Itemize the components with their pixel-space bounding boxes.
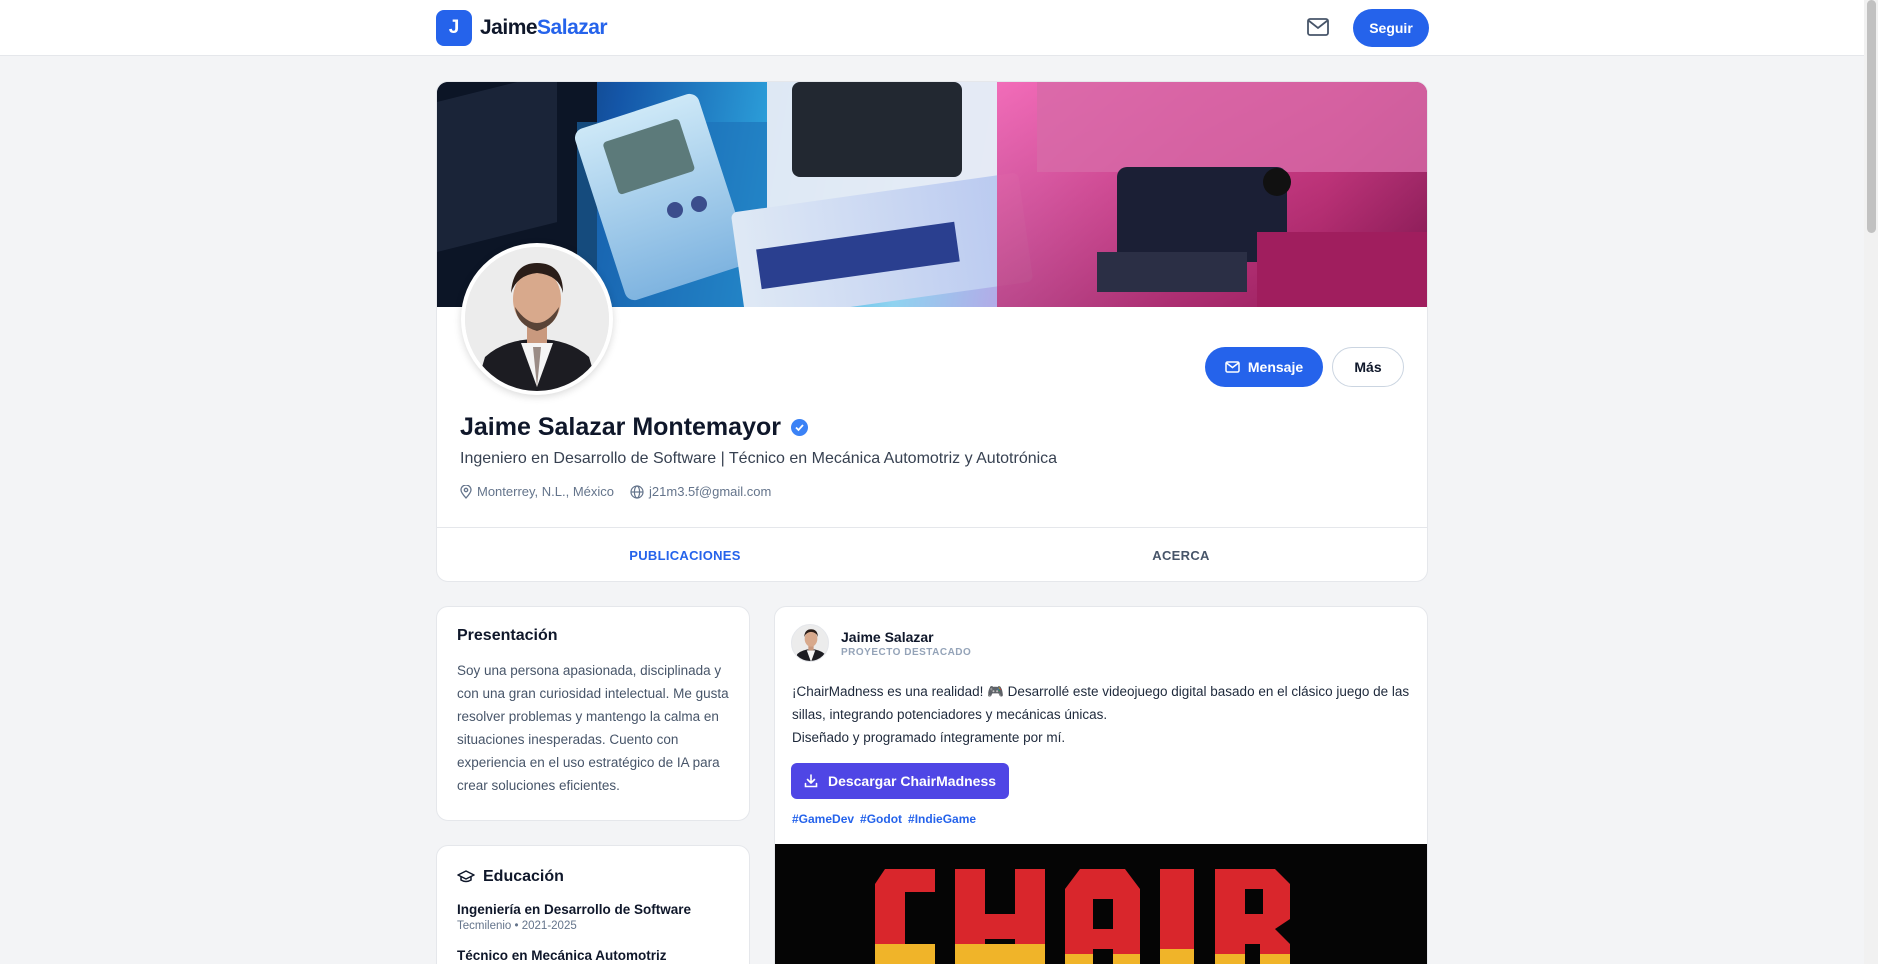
post-body: ¡ChairMadness es una realidad! 🎮 Desarro… xyxy=(792,680,1416,749)
profile-meta: Monterrey, N.L., México j21m3.5f@gmail.c… xyxy=(460,484,771,499)
post-author-block: Jaime Salazar PROYECTO DESTACADO xyxy=(841,629,971,658)
hashtag-godot[interactable]: #Godot xyxy=(860,812,902,826)
more-button[interactable]: Más xyxy=(1332,347,1404,387)
education-detail: Tecmilenio • 2021-2025 xyxy=(457,920,577,932)
map-pin-icon xyxy=(460,484,472,499)
post-header: Jaime Salazar PROYECTO DESTACADO xyxy=(791,624,971,662)
hashtag-gamedev[interactable]: #GameDev xyxy=(792,812,854,826)
graduation-cap-icon xyxy=(457,870,475,883)
logo-first-name: Jaime xyxy=(480,16,538,39)
email-text[interactable]: j21m3.5f@gmail.com xyxy=(649,484,771,499)
site-logo[interactable]: J JaimeSalazar xyxy=(436,10,608,46)
tab-publicaciones[interactable]: PUBLICACIONES xyxy=(437,528,933,581)
profile-tabs: PUBLICACIONES ACERCA xyxy=(437,527,1427,581)
location-item: Monterrey, N.L., México xyxy=(460,484,614,499)
post-text-line-2: Diseñado y programado íntegramente por m… xyxy=(792,730,1066,745)
education-title: Educación xyxy=(483,868,564,885)
verified-badge-icon xyxy=(790,419,808,436)
profile-name: Jaime Salazar Montemayor xyxy=(460,413,781,441)
avatar xyxy=(465,247,609,391)
tab-acerca[interactable]: ACERCA xyxy=(933,528,1427,581)
scrollbar-thumb[interactable] xyxy=(1867,0,1876,233)
post-tag: PROYECTO DESTACADO xyxy=(841,646,972,658)
top-navbar: J JaimeSalazar Seguir xyxy=(0,0,1864,56)
logo-text: JaimeSalazar xyxy=(480,16,608,40)
post-text-line-1: ¡ChairMadness es una realidad! 🎮 Desarro… xyxy=(792,684,1410,722)
avatar-portrait xyxy=(465,247,609,391)
mail-icon xyxy=(1225,361,1240,373)
hashtag-list: #GameDev #Godot #IndieGame xyxy=(792,812,976,826)
education-degree-2: Técnico en Mecánica Automotriz xyxy=(457,948,667,963)
post-avatar[interactable] xyxy=(791,624,829,662)
post-author[interactable]: Jaime Salazar xyxy=(841,629,971,645)
logo-badge: J xyxy=(436,10,472,46)
education-title-row: Educación xyxy=(457,868,729,886)
globe-icon xyxy=(630,484,644,499)
follow-button[interactable]: Seguir xyxy=(1353,9,1429,47)
post-image[interactable] xyxy=(775,844,1427,964)
intro-text: Soy una persona apasionada, disciplinada… xyxy=(457,663,729,793)
chairmadness-pixel-art xyxy=(775,844,1427,964)
intro-title: Presentación xyxy=(457,627,558,644)
hashtag-indiegame[interactable]: #IndieGame xyxy=(908,812,976,826)
education-degree: Ingeniería en Desarrollo de Software xyxy=(457,902,692,917)
download-icon xyxy=(804,774,818,788)
message-button[interactable]: Mensaje xyxy=(1205,347,1323,387)
location-text: Monterrey, N.L., México xyxy=(477,484,615,499)
email-item[interactable]: j21m3.5f@gmail.com xyxy=(630,484,771,499)
profile-avatar-frame[interactable] xyxy=(461,243,613,395)
profile-card: Mensaje Más Jaime Salazar Montemayor Ing… xyxy=(436,81,1428,582)
intro-card: Presentación Soy una persona apasionada,… xyxy=(436,606,750,821)
post-avatar-portrait xyxy=(792,625,828,661)
profile-headline: Ingeniero en Desarrollo de Software | Té… xyxy=(460,450,1058,467)
education-card: Educación Ingeniería en Desarrollo de So… xyxy=(436,845,750,964)
message-button-label: Mensaje xyxy=(1247,359,1304,375)
download-button-label: Descargar ChairMadness xyxy=(827,773,997,789)
profile-name-row: Jaime Salazar Montemayor xyxy=(460,413,808,442)
post-card: Jaime Salazar PROYECTO DESTACADO ¡ChairM… xyxy=(774,606,1428,964)
mail-icon[interactable] xyxy=(1306,17,1330,37)
logo-last-name: Salazar xyxy=(537,16,608,39)
download-button[interactable]: Descargar ChairMadness xyxy=(791,763,1009,799)
